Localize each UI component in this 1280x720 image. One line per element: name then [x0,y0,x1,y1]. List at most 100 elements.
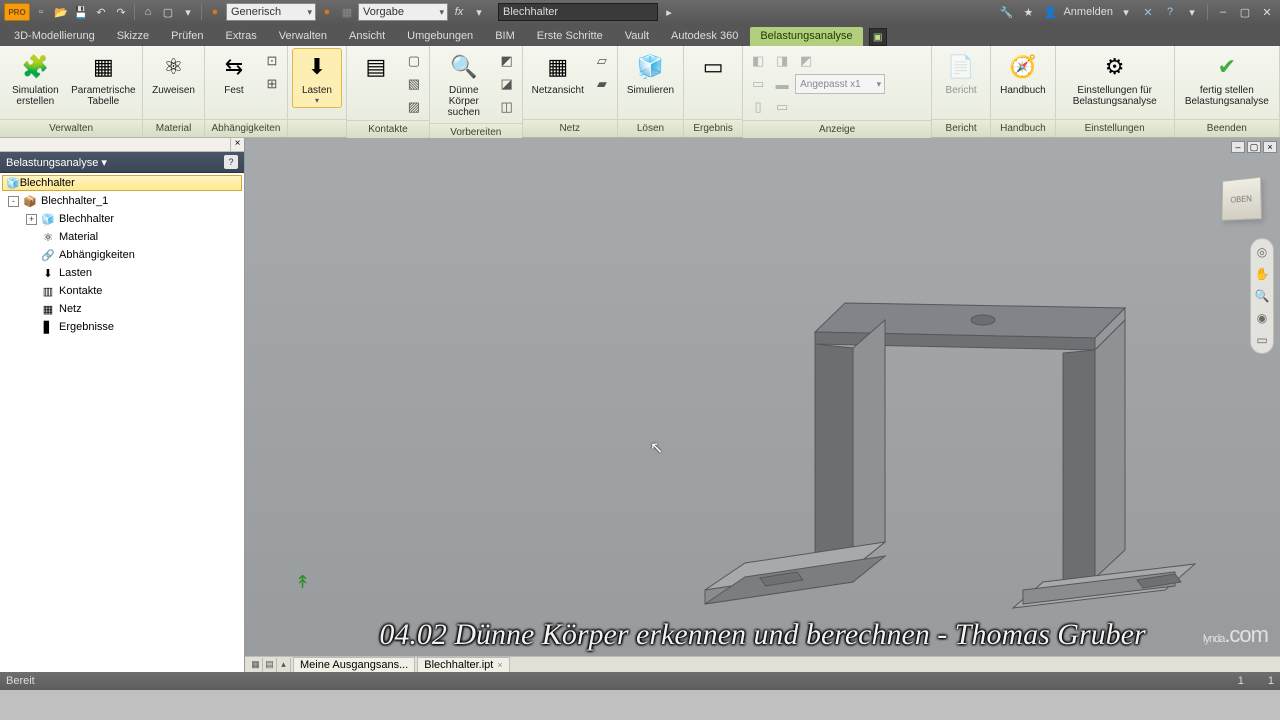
nav-pan-icon[interactable]: ✋ [1253,265,1271,283]
nav-look-icon[interactable]: ▭ [1253,331,1271,349]
nav-orbit-icon[interactable]: ◉ [1253,309,1271,327]
browser-close-icon[interactable]: × [230,138,244,151]
ribbon-button[interactable]: 🧩Simulation erstellen [4,48,67,110]
ribbon-button-label: Parametrische Tabelle [71,85,135,107]
tab-sketch[interactable]: Skizze [107,27,159,46]
help-drop-icon[interactable]: ▾ [1183,3,1201,21]
ribbon-small-icon[interactable]: ◪ [496,73,518,95]
ribbon-button[interactable]: 🔍Dünne Körper suchen [434,48,494,121]
qat-home-icon[interactable]: ⌂ [139,3,157,21]
ribbon-button[interactable]: ⚛Zuweisen [147,48,200,99]
material-combo[interactable]: Generisch [226,3,316,21]
key-icon[interactable]: 🔧 [997,3,1015,21]
browser-header[interactable]: Belastungsanalyse ▾ ? [0,152,244,173]
vp-restore-icon[interactable]: ▢ [1247,141,1261,153]
ribbon-small-icon[interactable]: ▰ [591,73,613,95]
doc-tab-file[interactable]: Blechhalter.ipt× [417,657,509,673]
ribbon-small-icon[interactable]: ▢ [403,50,425,72]
tab-exit-icon[interactable]: ▣ [869,28,887,46]
ribbon-button[interactable]: ▤ [351,48,401,86]
user-icon[interactable]: 👤 [1041,3,1059,21]
signin-link[interactable]: Anmelden [1063,6,1113,18]
qat-open-icon[interactable]: 📂 [52,3,70,21]
ribbon-small-icon[interactable]: ⊡ [261,50,283,72]
ribbon-small-icon[interactable]: ▱ [591,50,613,72]
app-logo[interactable]: PRO [4,3,30,21]
tab-3d[interactable]: 3D-Modellierung [4,27,105,46]
doctab-list-icon[interactable]: ▤ [263,658,277,672]
qat-redo-icon[interactable]: ↷ [112,3,130,21]
doc-tab-home[interactable]: Meine Ausgangsans... [293,657,415,673]
nav-zoom-icon[interactable]: 🔍 [1253,287,1271,305]
window-close-icon[interactable]: ✕ [1258,3,1276,21]
tab-stress[interactable]: Belastungsanalyse [750,27,862,46]
qat-save-icon[interactable]: 💾 [72,3,90,21]
ribbon-button[interactable]: ▭ [688,48,738,86]
material-orb-icon[interactable]: ● [206,3,224,21]
qat-select-icon[interactable]: ▢ [159,3,177,21]
tree-node[interactable]: -📦Blechhalter_1 [2,192,242,210]
tab-vault[interactable]: Vault [615,27,659,46]
tab-view[interactable]: Ansicht [339,27,395,46]
help-icon[interactable]: ? [1161,3,1179,21]
tab-a360[interactable]: Autodesk 360 [661,27,748,46]
tab-manage[interactable]: Verwalten [269,27,337,46]
vp-min-icon[interactable]: – [1231,141,1245,153]
tree-node[interactable]: ▋Ergebnisse [2,318,242,336]
browser-help-icon[interactable]: ? [224,155,238,169]
ribbon-button[interactable]: 🧭Handbuch [995,48,1051,99]
viewcube[interactable]: OBEN [1222,177,1262,221]
ribbon-button[interactable]: ✔fertig stellen Belastungsanalyse [1179,48,1275,110]
ribbon-panel: 🧩Simulation erstellen▦Parametrische Tabe… [0,46,143,137]
appearance-combo[interactable]: Vorgabe [358,3,448,21]
tab-env[interactable]: Umgebungen [397,27,483,46]
ribbon-button[interactable]: ⚙Einstellungen für Belastungsanalyse [1060,48,1170,110]
tree-expander-icon[interactable]: + [26,214,37,225]
tree-node[interactable]: 🔗Abhängigkeiten [2,246,242,264]
signin-drop-icon[interactable]: ▾ [1117,3,1135,21]
tree-node[interactable]: ⬇Lasten [2,264,242,282]
vp-close-icon[interactable]: × [1263,141,1277,153]
ribbon-small-icon[interactable]: ▨ [403,96,425,118]
appearance-swatch-icon[interactable]: ▦ [338,3,356,21]
doctab-grid-icon[interactable]: ▦ [249,658,263,672]
ribbon-small-icon[interactable]: ⊞ [261,73,283,95]
doc-tab-close-icon[interactable]: × [497,658,502,673]
exchange-icon[interactable]: ✕ [1139,3,1157,21]
star-icon[interactable]: ★ [1019,3,1037,21]
ribbon-button[interactable]: ⇆Fest [209,48,259,99]
ribbon-button[interactable]: ⬇Lasten▾ [292,48,342,108]
qat-drop-icon[interactable]: ▾ [179,3,197,21]
ribbon-small-icon[interactable]: ◫ [496,96,518,118]
qat-fx-icon[interactable]: fx [450,3,468,21]
qat-new-icon[interactable]: ▫ [32,3,50,21]
window-minimize-icon[interactable]: – [1214,3,1232,21]
search-go-icon[interactable]: ▸ [660,3,678,21]
ribbon-button[interactable]: 🧊Simulieren [622,48,679,99]
tree-expander-icon[interactable]: - [8,196,19,207]
tree-node[interactable]: +🧊Blechhalter [2,210,242,228]
tree-root[interactable]: 🧊 Blechhalter [2,175,242,191]
tree-node-icon: 📦 [22,194,38,208]
tree-node[interactable]: ▦Netz [2,300,242,318]
doctab-up-icon[interactable]: ▴ [277,658,291,672]
tab-extras[interactable]: Extras [216,27,267,46]
tab-bim[interactable]: BIM [485,27,525,46]
tab-start[interactable]: Erste Schritte [527,27,613,46]
ribbon-button[interactable]: ▦Netzansicht [527,48,589,99]
tab-inspect[interactable]: Prüfen [161,27,213,46]
nav-wheel-icon[interactable]: ◎ [1253,243,1271,261]
tree-node[interactable]: ⚛Material [2,228,242,246]
qat-more-icon[interactable]: ▾ [470,3,488,21]
qat-undo-icon[interactable]: ↶ [92,3,110,21]
scale-combo[interactable]: Angepasst x1 [795,74,885,94]
viewport[interactable]: – ▢ × OBEN ◎ ✋ 🔍 ◉ ▭ ↟ ↖ [245,138,1280,672]
search-input[interactable] [498,3,658,21]
ribbon-button-label: Handbuch [1000,85,1046,96]
ribbon-small-icon[interactable]: ◩ [496,50,518,72]
appearance-orb-icon[interactable]: ● [318,3,336,21]
window-restore-icon[interactable]: ▢ [1236,3,1254,21]
ribbon-small-icon[interactable]: ▧ [403,73,425,95]
ribbon-button[interactable]: ▦Parametrische Tabelle [69,48,139,110]
tree-node[interactable]: ▥Kontakte [2,282,242,300]
